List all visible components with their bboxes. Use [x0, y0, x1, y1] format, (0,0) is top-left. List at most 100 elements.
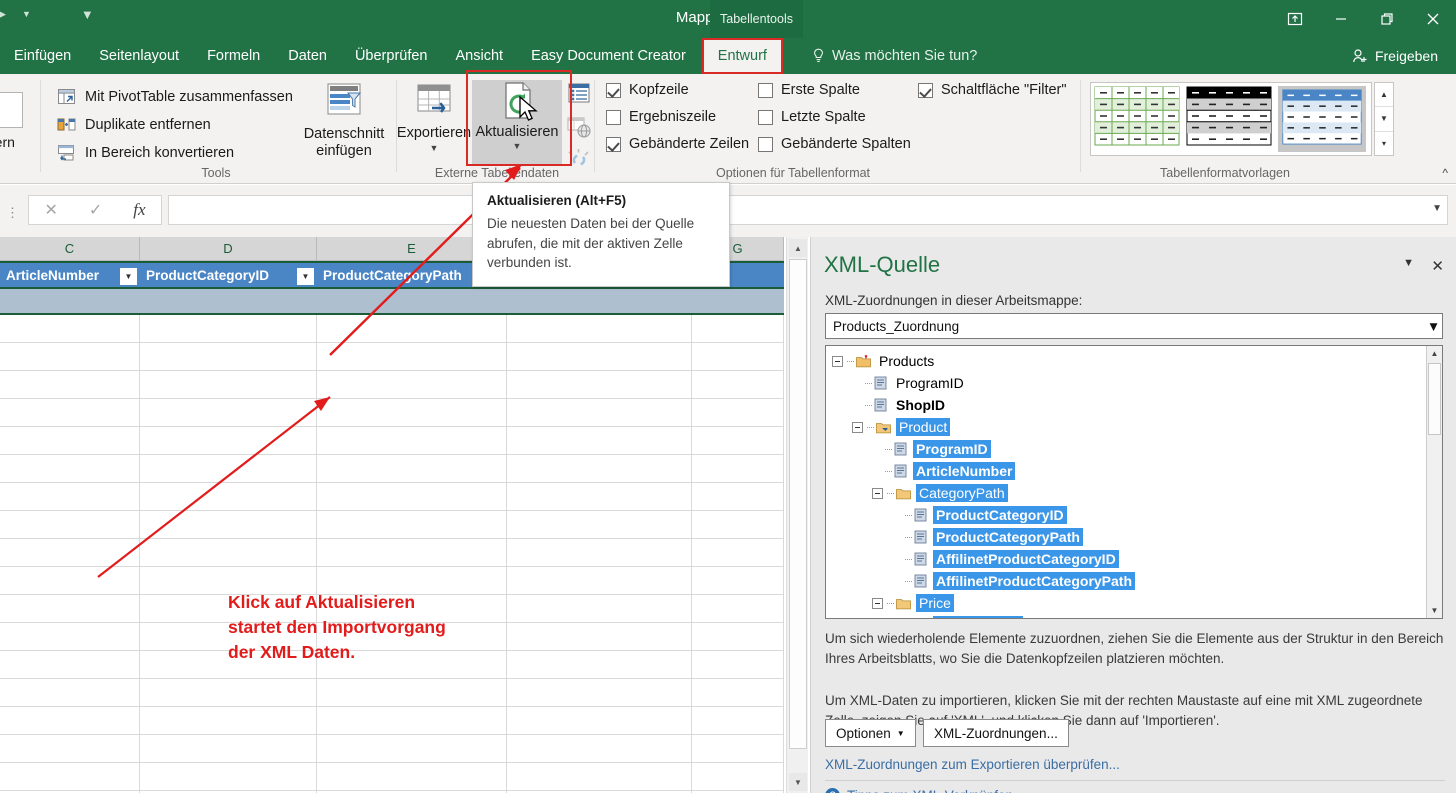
expand-formula-bar-icon[interactable]: ▼: [1432, 203, 1442, 214]
worksheet-cell[interactable]: [0, 343, 140, 371]
worksheet-cell[interactable]: [317, 707, 507, 735]
worksheet-vertical-scrollbar[interactable]: ▲ ▼: [786, 237, 808, 793]
worksheet-cell[interactable]: [692, 567, 784, 595]
refresh-caret-icon[interactable]: ▼: [513, 142, 522, 151]
xml-tree-node[interactable]: ProductCategoryID: [832, 504, 1442, 526]
task-pane-menu-icon[interactable]: ▼: [1403, 257, 1414, 269]
worksheet-cell[interactable]: [692, 707, 784, 735]
worksheet-cell[interactable]: [507, 707, 692, 735]
close-icon[interactable]: ✕: [1431, 257, 1444, 275]
worksheet-cell[interactable]: [0, 399, 140, 427]
xml-map-combobox[interactable]: Products_Zuordnung ▼: [825, 313, 1443, 339]
scroll-up-icon[interactable]: ▲: [1427, 346, 1442, 361]
worksheet-row[interactable]: [0, 399, 784, 427]
tab-daten[interactable]: Daten: [274, 38, 341, 74]
tab-easy-document-creator[interactable]: Easy Document Creator: [517, 38, 700, 74]
worksheet-row[interactable]: [0, 371, 784, 399]
worksheet-cell[interactable]: [317, 371, 507, 399]
confirm-icon[interactable]: ✓: [89, 200, 102, 220]
properties-icon[interactable]: [566, 82, 592, 106]
worksheet-cell[interactable]: [692, 651, 784, 679]
column-header-c[interactable]: C: [0, 237, 140, 261]
tab-formeln[interactable]: Formeln: [193, 38, 274, 74]
table-header-articlenumber[interactable]: ArticleNumber ▼: [0, 261, 140, 289]
worksheet-cell[interactable]: [692, 539, 784, 567]
worksheet-cell[interactable]: [692, 455, 784, 483]
worksheet-cell[interactable]: [317, 427, 507, 455]
xml-tree-node[interactable]: CategoryPath: [832, 482, 1442, 504]
xml-tree[interactable]: Products ProgramID ShopID Product ProgramID A…: [825, 345, 1443, 619]
open-in-browser-icon[interactable]: [566, 115, 592, 139]
collapse-icon[interactable]: [832, 355, 843, 367]
collapse-icon[interactable]: [872, 487, 883, 499]
worksheet-cell[interactable]: [507, 735, 692, 763]
table-banded-row[interactable]: [0, 289, 784, 315]
worksheet-cell[interactable]: [0, 651, 140, 679]
xml-tree-node[interactable]: ShopID: [832, 394, 1442, 416]
worksheet-cell[interactable]: [140, 511, 317, 539]
table-style-blue-selected[interactable]: [1278, 86, 1366, 152]
worksheet-cell[interactable]: [692, 315, 784, 343]
checkbox-gebaenderte-zeilen[interactable]: Gebänderte Zeilen: [606, 136, 749, 152]
worksheet-cell[interactable]: [140, 427, 317, 455]
verify-maps-link[interactable]: XML-Zuordnungen zum Exportieren überprüf…: [825, 757, 1120, 772]
worksheet-cell[interactable]: [140, 371, 317, 399]
worksheet-row[interactable]: [0, 763, 784, 791]
column-header-d[interactable]: D: [140, 237, 317, 261]
table-header-productcategoryid[interactable]: ProductCategoryID ▼: [140, 261, 317, 289]
collapse-icon[interactable]: [852, 421, 863, 433]
formula-input[interactable]: [168, 195, 1448, 225]
table-style-dark[interactable]: [1186, 86, 1274, 152]
worksheet-cell[interactable]: [317, 343, 507, 371]
worksheet-cell[interactable]: [140, 315, 317, 343]
worksheet-cell[interactable]: [317, 399, 507, 427]
worksheet-cell[interactable]: [0, 371, 140, 399]
options-button[interactable]: Optionen ▼: [825, 719, 916, 747]
worksheet-cell[interactable]: [692, 623, 784, 651]
worksheet-cell[interactable]: [692, 735, 784, 763]
xml-tree-scrollbar[interactable]: ▲ ▼: [1426, 346, 1442, 618]
worksheet-cell[interactable]: [0, 511, 140, 539]
convert-to-range-button[interactable]: In Bereich konvertieren: [54, 140, 237, 166]
worksheet-row[interactable]: [0, 679, 784, 707]
worksheet-cell[interactable]: [140, 343, 317, 371]
worksheet-cell[interactable]: [507, 539, 692, 567]
close-icon[interactable]: [1410, 0, 1456, 38]
worksheet-row[interactable]: [0, 343, 784, 371]
collapse-ribbon-icon[interactable]: ^: [1442, 166, 1448, 180]
worksheet-cell[interactable]: [140, 539, 317, 567]
worksheet-cell[interactable]: [507, 399, 692, 427]
resize-table-button[interactable]: ndern: [0, 92, 40, 150]
table-style-green[interactable]: [1094, 86, 1182, 152]
worksheet-cell[interactable]: [317, 763, 507, 791]
help-icon[interactable]: ?: [825, 788, 840, 793]
worksheet-cell[interactable]: [0, 539, 140, 567]
table-styles-gallery[interactable]: [1090, 82, 1372, 156]
worksheet-cell[interactable]: [0, 707, 140, 735]
worksheet-cell[interactable]: [140, 735, 317, 763]
worksheet-row[interactable]: [0, 511, 784, 539]
worksheet-cell[interactable]: [507, 679, 692, 707]
worksheet-cell[interactable]: [317, 511, 507, 539]
xml-tree-node[interactable]: ProgramID: [832, 438, 1442, 460]
worksheet-cell[interactable]: [692, 399, 784, 427]
worksheet-cell[interactable]: [692, 511, 784, 539]
worksheet-cell[interactable]: [692, 595, 784, 623]
tab-entwurf[interactable]: Entwurf: [701, 38, 783, 74]
collapse-icon[interactable]: [872, 597, 883, 609]
xml-tree-node[interactable]: ProgramID: [832, 372, 1442, 394]
xml-tree-node[interactable]: ArticleNumber: [832, 460, 1442, 482]
checkbox-letzte-spalte[interactable]: Letzte Spalte: [758, 109, 866, 125]
scroll-down-icon[interactable]: ▼: [789, 773, 807, 791]
insert-slicer-button[interactable]: Datenschnitt einfügen: [290, 82, 398, 159]
worksheet-cell[interactable]: [692, 343, 784, 371]
worksheet-cell[interactable]: [507, 763, 692, 791]
worksheet-cell[interactable]: [0, 567, 140, 595]
worksheet-cell[interactable]: [692, 763, 784, 791]
worksheet-cell[interactable]: [507, 455, 692, 483]
worksheet-row[interactable]: [0, 735, 784, 763]
worksheet-row[interactable]: [0, 707, 784, 735]
filter-dropdown-icon[interactable]: ▼: [297, 268, 314, 285]
worksheet-cell[interactable]: [692, 371, 784, 399]
worksheet-cell[interactable]: [317, 735, 507, 763]
